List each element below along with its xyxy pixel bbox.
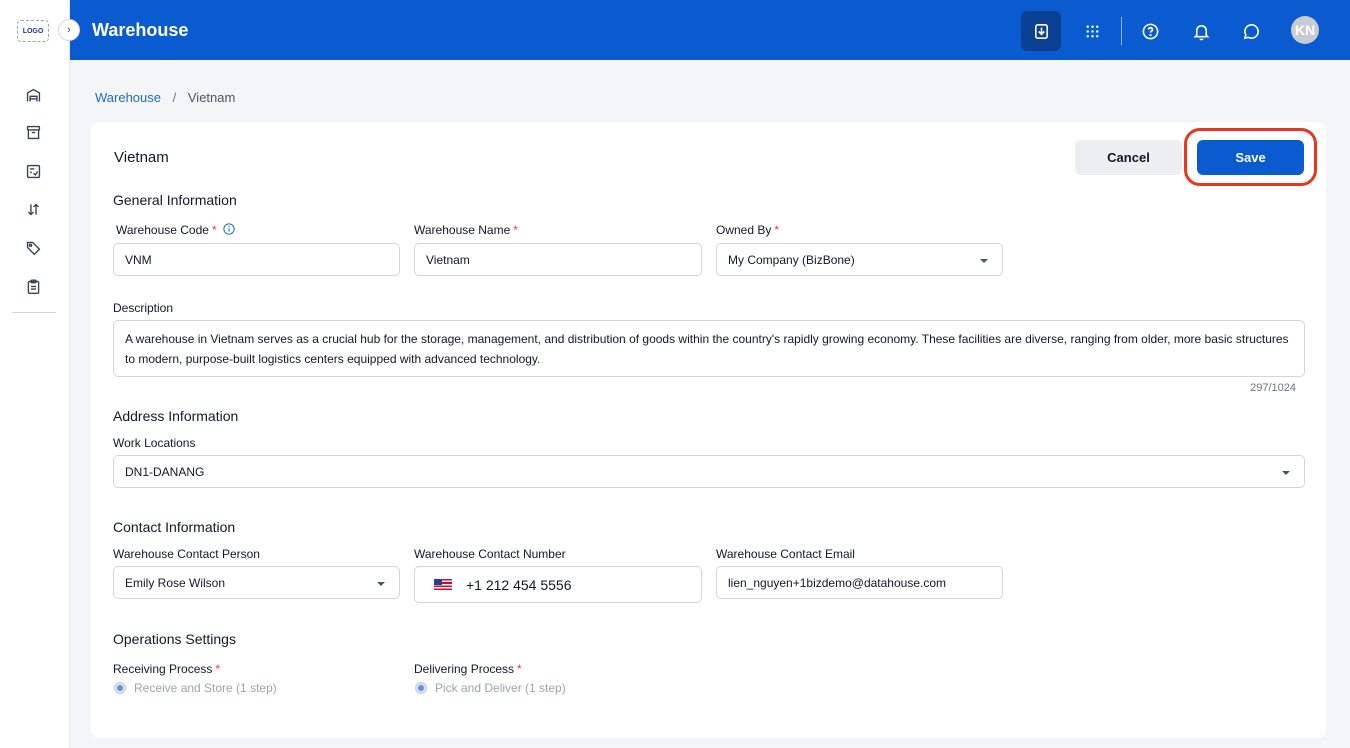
top-header: Warehouse KN xyxy=(70,0,1350,60)
chevron-down-icon xyxy=(377,582,385,586)
delivering-process-option-label: Pick and Deliver (1 step) xyxy=(435,681,566,695)
archive-box-icon[interactable] xyxy=(22,121,44,143)
contact-number-value: +1 212 454 5556 xyxy=(466,576,572,593)
help-icon xyxy=(1142,23,1158,39)
sort-arrows-icon[interactable] xyxy=(22,198,44,220)
contact-person-select[interactable]: Emily Rose Wilson xyxy=(113,566,400,599)
expand-sidebar-button[interactable]: › xyxy=(58,19,80,41)
warehouse-code-label-text: Warehouse Code xyxy=(116,223,209,237)
delivering-process-label-text: Delivering Process xyxy=(414,662,515,676)
owned-by-label: Owned By * xyxy=(716,223,779,237)
breadcrumb-link-warehouse[interactable]: Warehouse xyxy=(95,90,161,105)
radio-selected-icon xyxy=(114,682,126,694)
receiving-process-radio[interactable]: Receive and Store (1 step) xyxy=(114,681,277,695)
radio-selected-icon xyxy=(415,682,427,694)
logo[interactable]: LOGO xyxy=(17,20,49,42)
sidebar-divider xyxy=(12,312,56,313)
general-information-title: General Information xyxy=(113,192,237,208)
notifications-button[interactable] xyxy=(1181,11,1221,51)
chevron-down-icon xyxy=(1282,471,1290,475)
required-mark: * xyxy=(513,223,518,237)
work-locations-select[interactable]: DN1-DANANG xyxy=(113,455,1305,488)
description-label: Description xyxy=(113,301,174,315)
warehouse-icon[interactable] xyxy=(22,84,44,106)
header-title: Warehouse xyxy=(92,20,189,40)
apps-grid-button[interactable] xyxy=(1072,11,1112,51)
chat-icon xyxy=(1243,23,1259,39)
us-flag-icon[interactable] xyxy=(434,579,452,590)
contact-person-value: Emily Rose Wilson xyxy=(125,575,226,590)
warehouse-form-card: Vietnam Cancel Save General Information … xyxy=(91,122,1326,738)
checklist-icon[interactable] xyxy=(22,160,44,182)
operations-settings-title: Operations Settings xyxy=(113,631,236,647)
owned-by-value: My Company (BizBone) xyxy=(728,252,855,267)
contact-number-label: Warehouse Contact Number xyxy=(414,547,566,561)
work-locations-value: DN1-DANANG xyxy=(125,464,205,479)
delivering-process-radio[interactable]: Pick and Deliver (1 step) xyxy=(415,681,566,695)
header-divider xyxy=(1121,17,1122,45)
contact-person-label: Warehouse Contact Person xyxy=(113,547,260,561)
breadcrumb: Warehouse / Vietnam xyxy=(95,90,235,105)
required-mark: * xyxy=(774,223,780,237)
required-mark: * xyxy=(215,662,221,676)
required-mark: * xyxy=(517,662,522,676)
warehouse-name-label-text: Warehouse Name xyxy=(414,223,511,237)
download-button[interactable] xyxy=(1021,11,1061,51)
clipboard-icon[interactable] xyxy=(22,275,44,297)
work-locations-label: Work Locations xyxy=(113,436,196,450)
contact-information-title: Contact Information xyxy=(113,519,236,535)
warehouse-name-label: Warehouse Name * xyxy=(414,223,518,237)
required-mark: * xyxy=(211,223,217,237)
owned-by-select[interactable]: My Company (BizBone) xyxy=(716,243,1003,276)
warehouse-name-input[interactable]: Vietnam xyxy=(414,243,702,276)
sidebar: LOGO xyxy=(0,0,70,748)
apps-grid-icon xyxy=(1086,25,1098,37)
info-icon[interactable] xyxy=(222,223,235,235)
contact-number-input[interactable]: +1 212 454 5556 xyxy=(414,566,702,603)
address-information-title: Address Information xyxy=(113,408,239,424)
chat-button[interactable] xyxy=(1231,11,1271,51)
contact-email-input[interactable]: lien_nguyen+1bizdemo@datahouse.com xyxy=(716,566,1003,599)
tags-icon[interactable] xyxy=(22,236,44,258)
save-button[interactable]: Save xyxy=(1197,140,1304,175)
description-char-counter: 297/1024 xyxy=(1250,382,1296,394)
receiving-process-label-text: Receiving Process xyxy=(113,662,213,676)
chevron-right-icon: › xyxy=(67,24,71,36)
breadcrumb-current: Vietnam xyxy=(187,90,236,105)
cancel-button[interactable]: Cancel xyxy=(1075,140,1182,175)
breadcrumb-separator: / xyxy=(172,90,177,105)
page-title: Vietnam xyxy=(114,149,169,166)
warehouse-code-label: Warehouse Code * xyxy=(116,223,235,237)
download-icon xyxy=(1034,23,1048,39)
warehouse-code-input[interactable]: VNM xyxy=(113,243,400,276)
contact-email-label: Warehouse Contact Email xyxy=(716,547,855,561)
delivering-process-label: Delivering Process * xyxy=(414,662,522,676)
receiving-process-option-label: Receive and Store (1 step) xyxy=(134,681,277,695)
receiving-process-label: Receiving Process * xyxy=(113,662,220,676)
bell-icon xyxy=(1192,24,1210,40)
chevron-down-icon xyxy=(980,259,988,263)
avatar[interactable]: KN xyxy=(1291,16,1319,44)
description-textarea[interactable]: A warehouse in Vietnam serves as a cruci… xyxy=(113,320,1305,377)
help-button[interactable] xyxy=(1130,11,1170,51)
owned-by-label-text: Owned By xyxy=(716,223,772,237)
